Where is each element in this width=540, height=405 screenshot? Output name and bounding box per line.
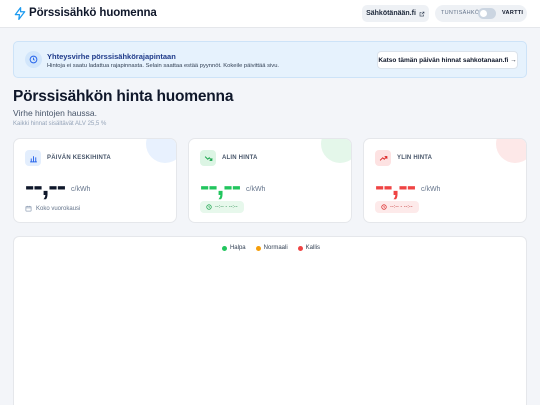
card-title: ALIN HINTA — [222, 155, 258, 161]
legend-label: Halpa — [229, 245, 246, 251]
toggle-knob — [480, 10, 487, 17]
price-chart-panel: Halpa Normaali Kallis — [13, 236, 527, 405]
card-unit: c/kWh — [246, 186, 266, 193]
card-title: PÄIVÄN KESKIHINTA — [47, 155, 111, 161]
card-decoration — [321, 139, 351, 163]
time-range-label: --:-- - --:-- — [390, 204, 413, 210]
card-value: --,-- — [375, 170, 416, 201]
hourly-label[interactable]: TUNTISÄHKÖ — [441, 10, 479, 16]
view-today-prices-button[interactable]: Katso tämän päivän hinnat sahkotanaan.fi… — [377, 51, 518, 69]
chart-legend: Halpa Normaali Kallis — [14, 245, 528, 251]
highest-price-card: YLIN HINTA --,-- c/kWh --:-- - --:-- — [363, 138, 527, 223]
trend-up-icon — [375, 150, 391, 166]
card-decoration — [496, 139, 526, 163]
quarter-label[interactable]: VARTTI — [502, 10, 523, 16]
lowest-price-card: ALIN HINTA --,-- c/kWh --:-- - --:-- — [188, 138, 352, 223]
legend-label: Normaali — [263, 245, 288, 251]
card-unit: c/kWh — [421, 186, 441, 193]
external-site-button[interactable]: Sähkötänään.fi — [362, 5, 429, 22]
page-subtitle: Virhe hintojen haussa. — [13, 108, 97, 118]
alert-message: Hintoja ei saatu ladattua rajapinnasta. … — [47, 63, 280, 69]
lightning-bolt-icon — [14, 7, 26, 20]
alert-title: Yhteysvirhe pörssisähkörajapintaan — [47, 52, 176, 61]
bar-chart-icon — [25, 150, 41, 166]
error-alert: Yhteysvirhe pörssisähkörajapintaan Hinto… — [13, 41, 527, 78]
top-header: Pörssisähkö huomenna Sähkötänään.fi TUNT… — [0, 0, 540, 28]
legend-item-cheap[interactable]: Halpa — [221, 245, 246, 251]
page-title: Pörssisähkön hinta huomenna — [13, 88, 234, 105]
average-price-card: PÄIVÄN KESKIHINTA --,-- c/kWh Koko vuoro… — [13, 138, 177, 223]
legend-dot — [297, 245, 303, 251]
vat-note: Kaikki hinnat sisältävät ALV 25,5 % — [13, 121, 107, 127]
clock-icon — [25, 51, 42, 68]
legend-item-normal[interactable]: Normaali — [255, 245, 288, 251]
resolution-toggle-switch[interactable] — [478, 8, 496, 19]
legend-item-expensive[interactable]: Kallis — [297, 245, 321, 251]
brand-name[interactable]: Pörssisähkö huomenna — [29, 7, 157, 19]
legend-dot — [221, 245, 227, 251]
external-link-icon — [419, 11, 425, 16]
time-range-badge: --:-- - --:-- — [200, 201, 244, 213]
clock-icon — [381, 204, 387, 210]
card-unit: c/kWh — [71, 186, 91, 193]
time-range-badge: --:-- - --:-- — [375, 201, 419, 213]
calendar-icon — [25, 205, 32, 212]
clock-icon — [206, 204, 212, 210]
card-value: --,-- — [200, 170, 241, 201]
card-value: --,-- — [25, 170, 66, 201]
trend-down-icon — [200, 150, 216, 166]
card-footer: Koko vuorokausi — [25, 205, 80, 212]
legend-label: Kallis — [305, 245, 321, 251]
card-title: YLIN HINTA — [397, 155, 433, 161]
external-site-label: Sähkötänään.fi — [366, 10, 416, 17]
legend-dot — [255, 245, 261, 251]
card-footer-label: Koko vuorokausi — [36, 205, 81, 212]
time-range-label: --:-- - --:-- — [215, 204, 238, 210]
card-decoration — [146, 139, 176, 163]
